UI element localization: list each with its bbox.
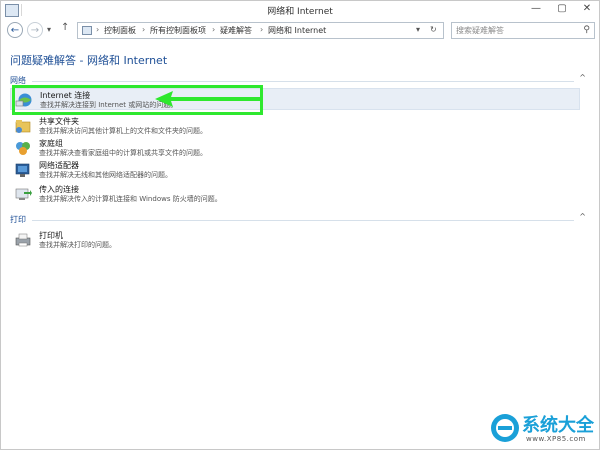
breadcrumb-all-items[interactable]: 所有控制面板项 <box>150 25 206 36</box>
troubleshooter-network-adapter[interactable]: 网络适配器 查找并解决无线和其他网络适配器的问题。 <box>10 159 580 181</box>
navigation-bar: ← → ▾ ↑ › 控制面板 › 所有控制面板项 › 疑难解答 › 网络和 In… <box>1 19 599 43</box>
collapse-icon[interactable]: ^ <box>579 73 586 82</box>
close-button[interactable]: ✕ <box>576 1 598 17</box>
refresh-button[interactable]: ↻ <box>430 25 437 34</box>
back-button[interactable]: ← <box>7 22 23 38</box>
control-panel-icon <box>82 26 92 35</box>
divider <box>32 220 574 221</box>
recent-pages-dropdown[interactable]: ▾ <box>47 25 51 34</box>
troubleshooter-printer[interactable]: 打印机 查找并解决打印的问题。 <box>10 229 580 251</box>
crumb-separator: › <box>212 25 216 34</box>
up-button[interactable]: ↑ <box>61 22 69 33</box>
search-box[interactable]: 搜索疑难解答 ⚲ <box>451 22 595 39</box>
page-title: 问题疑难解答 - 网络和 Internet <box>10 54 168 67</box>
crumb-separator: › <box>142 25 146 34</box>
title-bar: 网络和 Internet — ▢ ✕ <box>1 1 599 19</box>
watermark-logo: 系统大全 www.XP85.com <box>486 409 598 449</box>
item-description: 查找并解决传入的计算机连接和 Windows 防火墙的问题。 <box>39 195 222 203</box>
logo-icon <box>491 414 519 442</box>
shared-folder-icon <box>15 120 31 133</box>
annotation-arrow <box>155 91 263 107</box>
window-title: 网络和 Internet <box>267 7 333 17</box>
incoming-connection-icon <box>15 188 32 200</box>
crumb-separator: › <box>260 25 264 34</box>
troubleshooter-homegroup[interactable]: 家庭组 查找并解决查看家庭组中的计算机或共享文件的问题。 <box>10 137 580 159</box>
watermark-text: 系统大全 <box>522 415 594 436</box>
address-bar[interactable]: › 控制面板 › 所有控制面板项 › 疑难解答 › 网络和 Internet ▾… <box>77 22 444 39</box>
section-label: 打印 <box>10 215 26 224</box>
search-icon[interactable]: ⚲ <box>583 25 590 35</box>
troubleshooter-incoming-connections[interactable]: 传入的连接 查找并解决传入的计算机连接和 Windows 防火墙的问题。 <box>10 183 580 205</box>
item-description: 查找并解决打印的问题。 <box>39 241 116 249</box>
breadcrumb-control-panel[interactable]: 控制面板 <box>104 25 136 36</box>
network-adapter-icon <box>15 163 30 177</box>
breadcrumb-troubleshooting[interactable]: 疑难解答 <box>220 25 252 36</box>
maximize-button[interactable]: ▢ <box>551 1 573 17</box>
troubleshooter-shared-folders[interactable]: 共享文件夹 查找并解决访问其他计算机上的文件和文件夹的问题。 <box>10 115 580 137</box>
item-description: 查找并解决访问其他计算机上的文件和文件夹的问题。 <box>39 127 207 135</box>
divider <box>32 81 574 82</box>
control-panel-window: 网络和 Internet — ▢ ✕ ← → ▾ ↑ › 控制面板 › 所有控制… <box>0 0 600 450</box>
search-placeholder: 搜索疑难解答 <box>456 26 504 35</box>
section-header-printing: 打印 ^ <box>10 212 586 226</box>
item-description: 查找并解决无线和其他网络适配器的问题。 <box>39 171 172 179</box>
breadcrumb-network-internet[interactable]: 网络和 Internet <box>268 25 326 36</box>
collapse-icon[interactable]: ^ <box>579 212 586 221</box>
homegroup-icon <box>16 142 30 155</box>
forward-button[interactable]: → <box>27 22 43 38</box>
minimize-button[interactable]: — <box>525 1 547 17</box>
printer-icon <box>15 233 31 247</box>
item-description: 查找并解决查看家庭组中的计算机或共享文件的问题。 <box>39 149 207 157</box>
address-dropdown[interactable]: ▾ <box>416 25 420 34</box>
watermark-url: www.XP85.com <box>526 435 586 443</box>
crumb-separator: › <box>96 25 100 34</box>
